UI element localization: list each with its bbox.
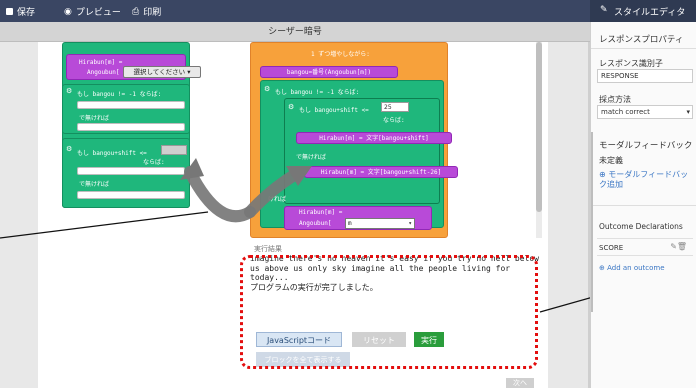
- if1-else-slot[interactable]: [77, 123, 185, 131]
- hirabun-assign-block-2[interactable]: Hirabun[m] = Angoubun[ m ▾: [284, 206, 432, 230]
- gear-icon: ⚙: [66, 145, 73, 153]
- select-dropdown[interactable]: 選択してください ▾: [123, 66, 201, 78]
- outcome-row-score[interactable]: SCORE ✎ 🗑: [597, 238, 693, 256]
- print-button[interactable]: ⎙ 印刷: [132, 5, 161, 19]
- brush-icon: ✎: [600, 5, 608, 15]
- red-highlight-box: [240, 255, 538, 369]
- outer-scrollbar[interactable]: [548, 42, 590, 388]
- add-modal-feedback-link[interactable]: ⊕ モーダルフィードバック追加: [599, 170, 695, 190]
- hirabun-moji-block[interactable]: Hirabun[m] = 文字[bangou+shift]: [296, 132, 452, 144]
- shift-input-grey[interactable]: [161, 145, 187, 155]
- save-icon: [6, 8, 13, 15]
- print-icon: ⎙: [132, 6, 140, 17]
- gear-icon: ⚙: [288, 103, 295, 111]
- preview-button[interactable]: ◉ プレビュー: [64, 5, 121, 19]
- item-title: シーザー暗号: [268, 27, 322, 37]
- panel-section-title: レスポンスプロパティ: [599, 35, 684, 45]
- if2-then-slot[interactable]: [77, 167, 185, 175]
- workspace-scroll-thumb[interactable]: [536, 42, 542, 212]
- item-title-bar: シーザー暗号: [0, 22, 590, 42]
- if1-then-slot[interactable]: [77, 101, 185, 109]
- left-gutter: [0, 42, 38, 388]
- workspace-scrollbar[interactable]: [536, 42, 542, 238]
- if-block-2[interactable]: ⚙ もし bangou+shift <= ならば: で無ければ: [62, 138, 190, 208]
- gear-icon: ⚙: [66, 87, 73, 95]
- delete-icon[interactable]: 🗑: [677, 242, 687, 251]
- if-block-1[interactable]: ⚙ もし bangou != -1 ならば: で無ければ: [62, 84, 190, 134]
- panel-divider-2: [591, 205, 696, 206]
- chevron-down-icon: ▾: [408, 220, 412, 227]
- m-select-dropdown[interactable]: m ▾: [345, 218, 415, 229]
- chevron-down-icon: ▾: [187, 68, 191, 76]
- if-block-4[interactable]: ⚙ もし bangou+shift <= 25 ならば:: [284, 98, 440, 204]
- save-button[interactable]: 保存: [6, 5, 35, 18]
- panel-divider: [591, 48, 696, 49]
- hirabun-moji26-block[interactable]: Hirabun[m] = 文字[bangou+shift-26]: [304, 166, 458, 178]
- chevron-down-icon: ▾: [686, 108, 690, 116]
- if2-else-slot[interactable]: [77, 191, 185, 199]
- blockly-workspace[interactable]: Hirabun[m] = Angoubun[ 選択してください ▾ ⚙ もし b…: [52, 42, 548, 238]
- next-button[interactable]: 次へ: [506, 378, 534, 388]
- properties-panel: レスポンスプロパティ レスポンス識別子 RESPONSE 採点方法 match …: [590, 22, 696, 388]
- style-editor-header[interactable]: ✎ スタイルエディタ: [590, 0, 696, 22]
- hirabun-assign-block[interactable]: Hirabun[m] = Angoubun[ 選択してください ▾: [66, 54, 201, 80]
- shift-limit-input[interactable]: 25: [381, 102, 409, 112]
- panel-scrollbar[interactable]: [591, 132, 593, 312]
- result-label: 実行結果: [254, 245, 282, 253]
- eye-icon: ◉: [64, 6, 72, 17]
- bangou-block[interactable]: bangou=番号(Angoubun[m]): [260, 66, 398, 78]
- gear-icon: ⚙: [264, 85, 271, 93]
- response-id-field[interactable]: RESPONSE: [597, 69, 693, 83]
- scoring-select[interactable]: match correct ▾: [597, 105, 693, 119]
- add-outcome-link[interactable]: ⊕ Add an outcome: [599, 264, 665, 272]
